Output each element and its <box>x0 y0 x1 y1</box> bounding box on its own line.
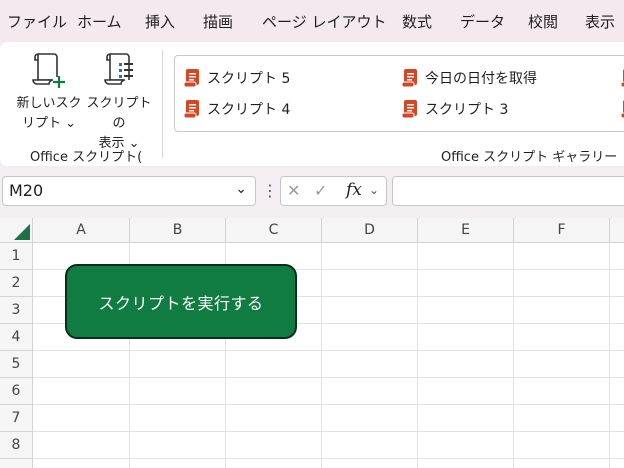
gridline <box>417 243 418 468</box>
select-all-corner[interactable] <box>0 218 33 243</box>
gallery-item-partial[interactable] <box>620 99 624 119</box>
more-options-icon[interactable]: ⋮ <box>262 181 278 200</box>
formula-bar: M20 ⌄ ⋮ ✕ ✓ fx ⌄ <box>0 166 624 220</box>
menu-file[interactable]: ファイル <box>7 11 67 32</box>
gridline <box>33 377 624 378</box>
gallery-item-get-today[interactable]: 今日の日付を取得 <box>401 68 537 88</box>
name-box[interactable]: M20 ⌄ <box>2 176 256 206</box>
menu-review[interactable]: 校閲 <box>528 11 558 32</box>
menu-data[interactable]: データ <box>460 11 505 32</box>
menu-draw[interactable]: 描画 <box>203 11 233 32</box>
menu-insert[interactable]: 挿入 <box>145 11 175 32</box>
column-header-e[interactable]: E <box>418 218 514 243</box>
gridline <box>33 404 624 405</box>
column-header-c[interactable]: C <box>226 218 322 243</box>
row-header-2[interactable]: 2 <box>0 270 33 297</box>
gallery-item-label: スクリプト 4 <box>207 102 291 118</box>
gallery-item-script-4[interactable]: スクリプト 4 <box>183 99 290 119</box>
cancel-icon[interactable]: ✕ <box>287 181 300 200</box>
show-scripts-label-1: スクリプトの <box>86 96 152 131</box>
gallery-item-label: スクリプト 3 <box>425 102 509 118</box>
worksheet-grid[interactable]: A B C D E F 1 2 3 4 5 6 7 8 <box>0 218 624 468</box>
column-header-a[interactable]: A <box>33 218 130 243</box>
gridline <box>609 243 610 468</box>
gridline <box>33 350 624 351</box>
column-header-b[interactable]: B <box>130 218 226 243</box>
gallery-item-label: 今日の日付を取得 <box>425 71 537 87</box>
name-box-value: M20 <box>9 181 44 200</box>
select-all-icon <box>14 224 30 240</box>
ribbon-divider <box>162 50 163 158</box>
menu-page-layout[interactable]: ページ レイアウト <box>262 11 386 32</box>
gallery-item-label: スクリプト 5 <box>207 71 291 87</box>
gridline <box>513 243 514 468</box>
row-header-3[interactable]: 3 <box>0 297 33 324</box>
formula-controls: ✕ ✓ fx ⌄ <box>280 176 387 206</box>
gallery-item-partial[interactable] <box>620 68 624 88</box>
insert-function-icon[interactable]: fx <box>346 180 362 200</box>
script-icon <box>401 100 417 119</box>
script-icon <box>183 69 199 88</box>
gallery-item-script-3[interactable]: スクリプト 3 <box>401 99 508 119</box>
column-header-g-partial[interactable] <box>610 218 624 243</box>
chevron-down-icon[interactable]: ⌄ <box>235 181 247 197</box>
chevron-down-icon[interactable]: ⌄ <box>369 183 379 197</box>
menu-bar: ファイル ホーム 挿入 描画 ページ レイアウト 数式 データ 校閲 表示 <box>0 0 624 42</box>
new-script-label-1: 新しいスク <box>16 96 82 111</box>
row-header-4[interactable]: 4 <box>0 324 33 351</box>
row-header-5[interactable]: 5 <box>0 351 33 378</box>
menu-formulas[interactable]: 数式 <box>402 11 432 32</box>
group-label-office-scripts: Office スクリプト( <box>30 150 143 165</box>
script-gallery: スクリプト 5 スクリプト 4 今日の日付を取得 スクリプト 3 <box>174 55 624 132</box>
gridline <box>33 458 624 459</box>
enter-icon[interactable]: ✓ <box>314 181 327 200</box>
script-icon <box>401 69 417 88</box>
script-icon <box>620 100 624 119</box>
row-header-1[interactable]: 1 <box>0 243 33 270</box>
run-script-label: スクリプトを実行する <box>98 293 264 313</box>
formula-input[interactable] <box>392 176 624 206</box>
gridline <box>321 243 322 468</box>
script-list-icon <box>104 53 133 85</box>
new-script-icon <box>32 53 65 88</box>
row-header-8[interactable]: 8 <box>0 432 33 459</box>
new-script-button[interactable]: 新しいスク リプト ⌄ <box>16 50 82 134</box>
row-header-9-partial[interactable] <box>0 459 33 468</box>
column-header-f[interactable]: F <box>514 218 610 243</box>
row-header-6[interactable]: 6 <box>0 378 33 405</box>
run-script-button[interactable]: スクリプトを実行する <box>65 264 297 339</box>
script-icon <box>183 100 199 119</box>
gallery-item-script-5[interactable]: スクリプト 5 <box>183 68 290 88</box>
column-header-d[interactable]: D <box>322 218 418 243</box>
ribbon: 新しいスク リプト ⌄ スクリプトの 表示 ⌄ Office スクリプト(スク… <box>0 42 624 166</box>
show-scripts-button[interactable]: スクリプトの 表示 ⌄ <box>84 50 154 154</box>
new-script-label-2: リプト ⌄ <box>21 116 77 131</box>
gridline <box>33 431 624 432</box>
group-label-script-gallery: Office スクリプト ギャラリー <box>441 150 618 165</box>
menu-home[interactable]: ホーム <box>77 11 122 32</box>
script-icon <box>620 69 624 88</box>
row-header-7[interactable]: 7 <box>0 405 33 432</box>
menu-view[interactable]: 表示 <box>585 11 615 32</box>
